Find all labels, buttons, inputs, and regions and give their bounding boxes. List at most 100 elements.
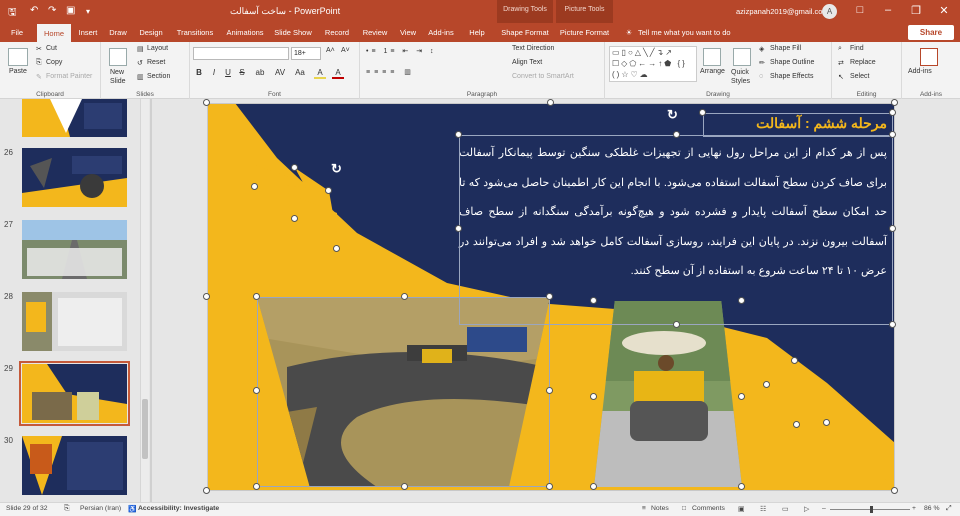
accessibility-status[interactable]: Accessibility: Investigate (138, 505, 219, 512)
layout-button[interactable]: Layout (147, 45, 168, 52)
resize-handle[interactable] (546, 387, 553, 394)
tab-insert[interactable]: Insert (73, 23, 103, 42)
replace-button[interactable]: Replace (850, 59, 876, 66)
tab-file[interactable]: File (4, 23, 30, 42)
tab-record[interactable]: Record (318, 23, 356, 42)
align-text-button[interactable]: Align Text (512, 59, 542, 66)
slide-thumbnail[interactable] (22, 99, 127, 137)
normal-view-icon[interactable]: ▣ (738, 505, 744, 513)
resize-handle[interactable] (253, 483, 260, 490)
resize-handle[interactable] (455, 131, 462, 138)
quick-styles-icon[interactable] (733, 48, 751, 66)
tab-home[interactable]: Home (37, 24, 71, 42)
slide-thumbnail[interactable] (22, 292, 127, 351)
resize-handle[interactable] (889, 131, 896, 138)
slideshow-view-icon[interactable]: ▷ (804, 505, 809, 513)
resize-handle[interactable] (699, 109, 706, 116)
italic-button[interactable]: I (208, 68, 220, 77)
tab-picture-format[interactable]: Picture Format (556, 23, 613, 42)
section-button[interactable]: Section (147, 73, 170, 80)
resize-handle[interactable] (793, 421, 800, 428)
resize-handle[interactable] (546, 293, 553, 300)
language-indicator[interactable]: Persian (Iran) (80, 505, 121, 512)
resize-handle[interactable] (738, 393, 745, 400)
new-slide-button[interactable]: New Slide (110, 68, 134, 86)
resize-handle[interactable] (547, 99, 554, 106)
close-icon[interactable]: ✕ (932, 4, 956, 17)
customize-toolbar-icon[interactable]: ▾ (86, 7, 90, 16)
resize-handle[interactable] (253, 387, 260, 394)
resize-handle[interactable] (673, 131, 680, 138)
slide-thumbnail[interactable] (22, 148, 127, 207)
redo-icon[interactable]: ↷ (48, 5, 56, 16)
font-name-select[interactable] (193, 47, 289, 60)
resize-handle[interactable] (333, 245, 340, 252)
tab-review[interactable]: Review (358, 23, 392, 42)
align-buttons-icon[interactable]: ≡≡≡≡ ▥ (366, 68, 415, 76)
undo-icon[interactable]: ↶ (30, 5, 38, 16)
resize-handle[interactable] (203, 293, 210, 300)
cut-button[interactable]: Cut (46, 45, 57, 52)
list-buttons-icon[interactable]: •≡ 1≡ ⇤ ⇥ ↕ (366, 47, 437, 55)
char-spacing-button[interactable]: AV (272, 68, 288, 77)
paste-icon[interactable] (8, 48, 28, 66)
shape-effects-button[interactable]: Shape Effects (770, 73, 813, 80)
shadow-button[interactable]: ab (252, 68, 268, 77)
resize-handle[interactable] (823, 419, 830, 426)
spelling-icon[interactable]: ⎘ (64, 505, 69, 513)
tab-view[interactable]: View (394, 23, 422, 42)
convert-smartart-button[interactable]: Convert to SmartArt (512, 73, 574, 80)
font-size-select[interactable]: 18+ (291, 47, 321, 60)
slide-thumbnail[interactable] (22, 436, 127, 495)
strikethrough-button[interactable]: S (236, 68, 248, 77)
start-slideshow-icon[interactable]: ▣ (66, 5, 75, 16)
save-icon[interactable]: 🖫 (8, 5, 17, 22)
resize-handle[interactable] (673, 321, 680, 328)
tab-design[interactable]: Design (134, 23, 168, 42)
tab-add-ins[interactable]: Add-ins (424, 23, 458, 42)
minimize-icon[interactable]: – (876, 4, 900, 16)
resize-handle[interactable] (889, 225, 896, 232)
zoom-level[interactable]: 86 % (924, 505, 940, 512)
font-color-button[interactable]: A (332, 68, 344, 79)
notes-button[interactable]: Notes (651, 505, 669, 512)
arrange-icon[interactable] (703, 48, 721, 66)
format-painter-button[interactable]: Format Painter (46, 73, 92, 80)
resize-handle[interactable] (203, 487, 210, 494)
maximize-icon[interactable]: ❐ (904, 4, 928, 17)
resize-handle[interactable] (251, 183, 258, 190)
underline-button[interactable]: U (222, 68, 234, 77)
thumbnail-scrollbar[interactable] (140, 99, 149, 502)
slide-thumbnail-active[interactable] (19, 361, 130, 426)
resize-handle[interactable] (546, 483, 553, 490)
resize-handle[interactable] (738, 483, 745, 490)
find-button[interactable]: Find (850, 45, 864, 52)
tab-transitions[interactable]: Transitions (170, 23, 220, 42)
resize-handle[interactable] (763, 381, 770, 388)
ribbon-display-icon[interactable]: □ (848, 4, 872, 16)
share-button[interactable]: Share (908, 25, 954, 40)
select-button[interactable]: Select (850, 73, 869, 80)
highlight-button[interactable]: A (314, 68, 326, 79)
resize-handle[interactable] (590, 297, 597, 304)
slide-sorter-icon[interactable]: ☷ (760, 505, 766, 513)
scrollbar-thumb[interactable] (142, 399, 148, 459)
increase-font-icon[interactable]: A˄ (326, 47, 335, 54)
slide-canvas[interactable]: مرحله ششم : آسفالت پس از هر کدام از این … (203, 99, 898, 494)
text-direction-button[interactable]: Text Direction (512, 45, 554, 52)
shapes-gallery[interactable]: ▭▯○△╲╱↴↗ ☐◇⬠←→↑⬟ {}()☆♡☁ (609, 46, 697, 82)
resize-handle[interactable] (891, 99, 898, 106)
resize-handle[interactable] (590, 393, 597, 400)
zoom-slider-thumb[interactable] (870, 506, 873, 513)
rotate-handle-icon[interactable]: ↻ (331, 161, 342, 177)
slide-thumbnail[interactable] (22, 220, 127, 279)
resize-handle[interactable] (291, 164, 298, 171)
tab-animations[interactable]: Animations (222, 23, 268, 42)
rotate-handle-icon[interactable]: ↻ (785, 430, 796, 446)
resize-handle[interactable] (590, 483, 597, 490)
shape-fill-button[interactable]: Shape Fill (770, 45, 801, 52)
resize-handle[interactable] (203, 99, 210, 106)
resize-handle[interactable] (401, 293, 408, 300)
resize-handle[interactable] (325, 187, 332, 194)
resize-handle[interactable] (738, 297, 745, 304)
